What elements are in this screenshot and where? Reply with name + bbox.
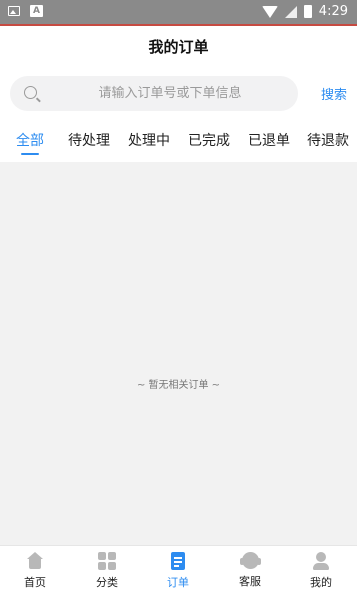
nav-orders[interactable]: 订单 [153, 552, 203, 590]
tab-pending[interactable]: 待处理 [68, 130, 110, 150]
home-icon [26, 552, 44, 570]
search-row: 搜索 [0, 66, 357, 122]
battery-icon [303, 5, 312, 18]
nav-profile[interactable]: 我的 [296, 552, 346, 590]
nav-profile-label: 我的 [310, 576, 332, 589]
tab-cancelled[interactable]: 已退单 [248, 130, 290, 150]
nav-category-label: 分类 [96, 576, 118, 589]
order-icon [171, 552, 185, 570]
status-bar: A 4:29 [0, 0, 357, 26]
order-status-tabs: 全部 待处理 处理中 已完成 已退单 待退款 [0, 122, 357, 162]
empty-message: ~ 暂无相关订单 ~ [136, 380, 221, 391]
search-input[interactable] [50, 76, 290, 111]
tab-processing[interactable]: 处理中 [128, 130, 170, 150]
title-bar: 我的订单 [0, 26, 357, 66]
signal-icon [284, 5, 297, 18]
status-time: 4:29 [318, 4, 348, 19]
order-list: ~ 暂无相关订单 ~ [0, 162, 357, 545]
profile-icon [312, 552, 330, 570]
tab-completed[interactable]: 已完成 [188, 130, 230, 150]
tab-pending-refund[interactable]: 待退款 [307, 130, 349, 150]
bottom-nav: 首页 分类 订单 客服 我的 [0, 545, 357, 598]
page-title: 我的订单 [148, 38, 209, 56]
search-box[interactable] [10, 76, 298, 111]
app-notification-icon: A [30, 5, 43, 17]
customer-service-icon [239, 552, 261, 569]
nav-home[interactable]: 首页 [10, 552, 60, 590]
search-icon [24, 86, 37, 99]
nav-orders-label: 订单 [167, 576, 189, 589]
nav-customer-service-label: 客服 [239, 575, 261, 588]
nav-category[interactable]: 分类 [82, 552, 132, 590]
active-tab-indicator [21, 153, 39, 155]
category-icon [98, 552, 116, 570]
nav-customer-service[interactable]: 客服 [225, 552, 275, 589]
nav-home-label: 首页 [24, 576, 46, 589]
image-notification-icon [8, 6, 20, 16]
search-button[interactable]: 搜索 [321, 84, 347, 103]
wifi-icon [261, 5, 278, 18]
tab-all[interactable]: 全部 [16, 130, 44, 150]
